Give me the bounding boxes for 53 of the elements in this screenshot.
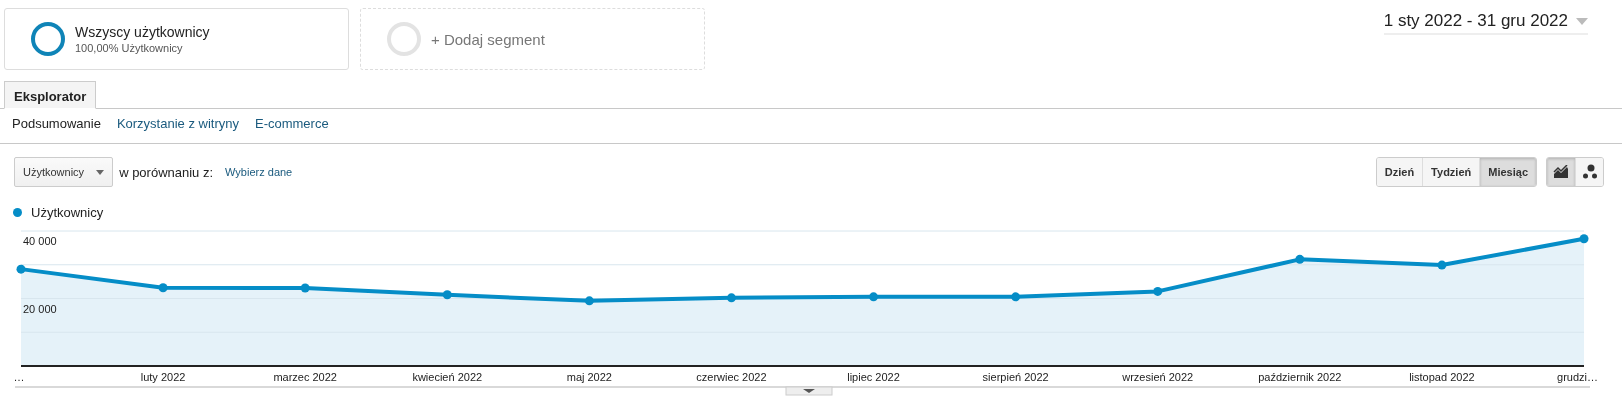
data-point xyxy=(1153,286,1163,296)
data-point xyxy=(16,264,26,274)
period-button[interactable]: Tydzień xyxy=(1422,158,1480,186)
compare-label: w porównaniu z: xyxy=(119,164,214,180)
axis-label: wrzesień 2022 xyxy=(1122,371,1194,383)
ring-icon xyxy=(387,22,421,56)
axis-label: kwiecień 2022 xyxy=(412,371,483,383)
period-button[interactable]: Dzień xyxy=(1376,158,1423,186)
period-button[interactable]: Miesiąc xyxy=(1479,158,1536,186)
add-segment-card[interactable]: + Dodaj segment xyxy=(360,8,705,70)
data-point xyxy=(726,293,736,303)
axis-label: listopad 2022 xyxy=(1409,371,1475,383)
caret-icon xyxy=(1576,17,1588,25)
data-point xyxy=(1437,260,1447,270)
caret-icon xyxy=(96,169,105,175)
axis-label: 20 000 xyxy=(23,302,57,315)
axis-label: 40 000 xyxy=(23,235,57,247)
axis-label: sierpień 2022 xyxy=(982,371,1049,383)
legend-label: Użytkownicy xyxy=(31,204,104,220)
data-point xyxy=(1579,234,1589,244)
date-range[interactable]: 1 sty 2022 - 31 gru 2022 xyxy=(1383,11,1568,31)
data-point xyxy=(869,292,879,302)
ring-icon xyxy=(31,22,65,56)
select-data-link[interactable]: Wybierz dane xyxy=(225,166,293,178)
tab[interactable]: Eksplorator xyxy=(4,81,97,109)
line-chart-icon xyxy=(1553,165,1569,179)
axis-label: czerwiec 2022 xyxy=(696,371,767,383)
view-button[interactable] xyxy=(1547,158,1575,186)
data-point xyxy=(1011,292,1021,302)
view-button[interactable] xyxy=(1575,158,1603,186)
nav-link[interactable]: Podsumowanie xyxy=(12,116,101,143)
axis-label: grudzi… xyxy=(1557,371,1598,383)
data-point xyxy=(300,283,310,293)
nav-link[interactable]: Korzystanie z witryny xyxy=(116,116,239,143)
data-point xyxy=(158,283,168,293)
bubbles-icon xyxy=(1581,164,1598,180)
segment-subtitle: 100,00% Użytkownicy xyxy=(75,42,184,54)
axis-label: … xyxy=(13,371,25,383)
axis-label: marzec 2022 xyxy=(273,371,337,383)
nav-link[interactable]: E-commerce xyxy=(255,116,329,143)
segment-card[interactable]: Wszyscy użytkownicy 100,00% Użytkownicy xyxy=(4,8,349,70)
expand-handle[interactable] xyxy=(785,386,833,396)
axis-label: październik 2022 xyxy=(1258,371,1342,383)
data-point xyxy=(584,296,594,306)
segment-title: Wszyscy użytkownicy xyxy=(75,24,210,40)
legend-dot xyxy=(13,207,22,217)
segment-title: + Dodaj segment xyxy=(431,30,545,48)
data-point xyxy=(1295,254,1305,264)
metric-dropdown[interactable]: Użytkownicy xyxy=(14,157,114,187)
axis-label: lipiec 2022 xyxy=(847,371,900,383)
data-point xyxy=(442,290,452,300)
axis-label: maj 2022 xyxy=(566,371,612,383)
axis-label: luty 2022 xyxy=(140,371,186,383)
